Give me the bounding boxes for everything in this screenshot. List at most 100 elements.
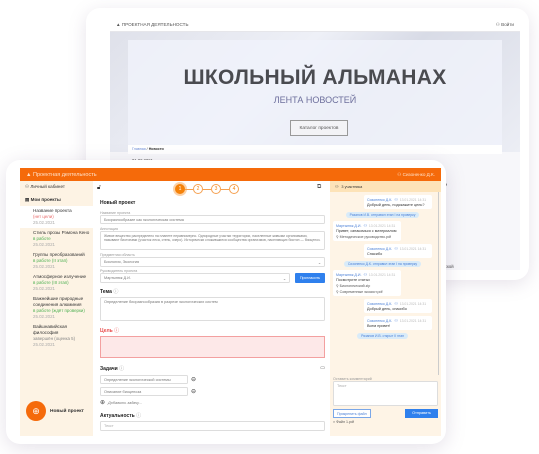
home-icon: ▲ [26,171,33,178]
task-input[interactable]: Описание биоценоза [100,387,188,396]
sidebar-item-cabinet[interactable]: ⚇ Личный кабинет [20,184,93,190]
user-icon: ⚇ [363,273,367,277]
sidebar-item-my-projects[interactable]: ▤ Мои проекты [20,197,93,203]
tasks-heading: Задачи ⓘ ▭ [100,365,325,372]
chevron-down-icon: ⌄ [282,276,286,281]
invite-button[interactable]: Пригласить [295,273,325,283]
project-list: Название проекта (нет цели) 25.02.2021 Стил… [20,206,93,350]
breadcrumb-home[interactable]: Главная [132,147,146,151]
message-header: Мартынюк Д.И. ⚇ 13.01.2021 14:31 [336,223,398,228]
step-3[interactable]: 3 [211,184,221,194]
app-header: ▲ Проектная деятельность ⚇ Сизоненко Д.К… [20,168,441,181]
hero-banner: ШКОЛЬНЫЙ АЛЬМАНАХ ЛЕНТА НОВОСТЕЙ Каталог… [110,32,520,152]
step-4[interactable]: 4 [229,184,239,194]
message-author[interactable]: Сизоненко Д.К. [367,302,392,306]
project-date: 25.02.2021 [33,286,55,291]
top-bar: ▲ ПРОЕКТНАЯ ДЕЯТЕЛЬНОСТЬ ⚇ Войти [110,18,520,32]
message-text: Добрый день, спасибо [367,307,407,311]
message-author[interactable]: Сизоненко Д.К. [367,319,392,323]
comment-textarea[interactable]: Текст [333,381,438,406]
message-time: 13.01.2021 14:31 [399,319,427,323]
message-header: Сизоненко Д.К. ⚇ 13.01.2021 14:31 [367,246,429,251]
system-message: Рязанов И.В. отправил этап I на проверку [345,212,420,218]
annotation-textarea[interactable]: Живое вещество распределено на планете н… [100,231,325,250]
project-date: 25.02.2021 [33,264,55,269]
comment-icon[interactable]: ▭ [320,365,325,372]
attachment-name: Биологический.zip [339,284,371,288]
app-logo[interactable]: ▲ ПРОЕКТНАЯ ДЕЯТЕЛЬНОСТЬ [116,22,188,27]
chat-message: Мартынюк Д.И. ⚇ 13.01.2021 14:31 Посмотрите… [333,270,401,296]
project-list-item[interactable]: Важнейшие природные соединения алюминия в… [20,294,93,322]
login-link[interactable]: ⚇ Войти [496,22,514,28]
task-input[interactable]: Определение экологической системы [100,375,188,384]
project-list-item[interactable]: Стиль прозы Рэмона Кено в работе 25.02.202… [20,228,93,250]
attachment-name: Современные экосист.pdf [339,290,383,294]
relevance-textarea[interactable]: Текст [100,421,325,431]
catalog-button[interactable]: Каталог проектов [290,120,348,136]
info-icon[interactable]: ⓘ [119,366,124,372]
step-2[interactable]: 2 [193,184,203,194]
topic-textarea[interactable]: Определение биоразнообразия в разрезе эк… [100,297,325,321]
info-icon[interactable]: ⓘ [114,328,119,334]
project-form: 🔓︎ 1234 ⧉ Новый проект Название проекта … [93,181,330,436]
message-header: Сизоненко Д.К. ⚇ 13.01.2021 14:31 [367,301,429,306]
chat-toggle-icon[interactable]: ⧉ [317,184,321,191]
relevance-heading: Актуальность ⓘ [100,413,142,419]
user-icon: ⚇ [363,224,367,228]
project-list-item[interactable]: Атмосферное излучение в работе (III этап)… [20,272,93,294]
message-author[interactable]: Сизоненко Д.К. [367,198,392,202]
user-icon: ⚇ [394,319,398,323]
chat-message: Сизоненко Д.К. ⚇ 13.01.2021 14:31 Всем прив… [364,316,432,330]
info-icon[interactable]: ⓘ [113,289,118,295]
message-time: 13.01.2021 14:31 [399,302,427,306]
user-icon: ⚇ [394,302,398,306]
remove-task-icon[interactable]: ⊖ [191,376,196,383]
message-time: 13.01.2021 14:31 [368,224,396,228]
project-list-item[interactable]: Вайшнавийская философия завершён (оценка … [20,322,93,350]
goal-heading: Цель ⓘ [100,328,120,334]
hero-panel: ШКОЛЬНЫЙ АЛЬМАНАХ ЛЕНТА НОВОСТЕЙ Каталог… [128,40,502,150]
project-name-input[interactable]: Биоразнообразие как экологическая систем… [100,215,325,224]
remove-task-icon[interactable]: ⊖ [191,388,196,395]
user-menu[interactable]: ⚇ Сизоненко Д.К. [397,172,435,178]
project-list-item[interactable]: Название проекта (нет цели) 25.02.2021 [20,206,93,228]
add-icon: ⊕ [100,400,106,406]
breadcrumb-current: Новости [148,147,164,151]
attached-file[interactable]: × Файл 1.pdf [333,420,438,424]
message-author[interactable]: Сизоненко Д.К. [367,247,392,251]
message-header: Сизоненко Д.К. ⚇ 13.01.2021 14:31 [367,197,429,202]
leader-select[interactable]: Мартынюк Д.И. ⌄ [100,273,290,283]
hero-subtitle: ЛЕНТА НОВОСТЕЙ [273,95,357,105]
stepper: 1234 [175,184,239,194]
breadcrumb: Главная / Новости [128,145,502,154]
chat-message: Мартынюк Д.И. ⚇ 13.01.2021 14:31 Привет, оз… [333,221,401,241]
message-author[interactable]: Мартынюк Д.И. [336,224,361,228]
attachment-link[interactable]: ⚲ Методическое руководство.pdf [336,235,398,239]
step-1[interactable]: 1 [175,184,185,194]
attach-file-button[interactable]: Прикрепить файл [333,409,371,418]
app-logo[interactable]: ▲ Проектная деятельность [26,172,97,178]
goal-textarea[interactable] [100,336,325,358]
project-date: 25.02.2021 [33,220,55,225]
users-icon: ⚇ [335,185,339,189]
sidebar: ⚇ Личный кабинет ▤ Мои проекты Название … [20,181,93,436]
step-connector [203,188,211,190]
new-project-button[interactable]: ⊕ Новый проект [26,401,84,421]
system-message: Рязанов И.В. открыт II этап [357,333,408,339]
add-task-button[interactable]: ⊕ Добавить задачу... [100,399,325,406]
attachment-link[interactable]: ⚲ Биологический.zip [336,284,398,288]
project-name: Важнейшие природные соединения алюминия [33,296,84,307]
project-date: 25.02.2021 [33,242,55,247]
subject-select[interactable]: Биология, Экология ⌄ [100,257,325,267]
lock-icon[interactable]: 🔓︎ [97,185,101,192]
form-title: Новый проект [100,200,136,206]
send-button[interactable]: Отправить [405,409,438,418]
info-icon[interactable]: ⓘ [136,413,141,419]
participants-bar[interactable]: ⚇ 3 участника [330,181,441,192]
message-author[interactable]: Мартынюк Д.И. [336,273,361,277]
message-list[interactable]: Сизоненко Д.К. ⚇ 13.01.2021 14:31 Добрый де… [330,192,439,375]
attachment-name: Методическое руководство.pdf [339,235,392,239]
project-list-item[interactable]: Группы преобразований в работе (II этап) 2… [20,250,93,272]
attachment-link[interactable]: ⚲ Современные экосист.pdf [336,290,398,294]
project-name: Вайшнавийская философия [33,324,67,335]
